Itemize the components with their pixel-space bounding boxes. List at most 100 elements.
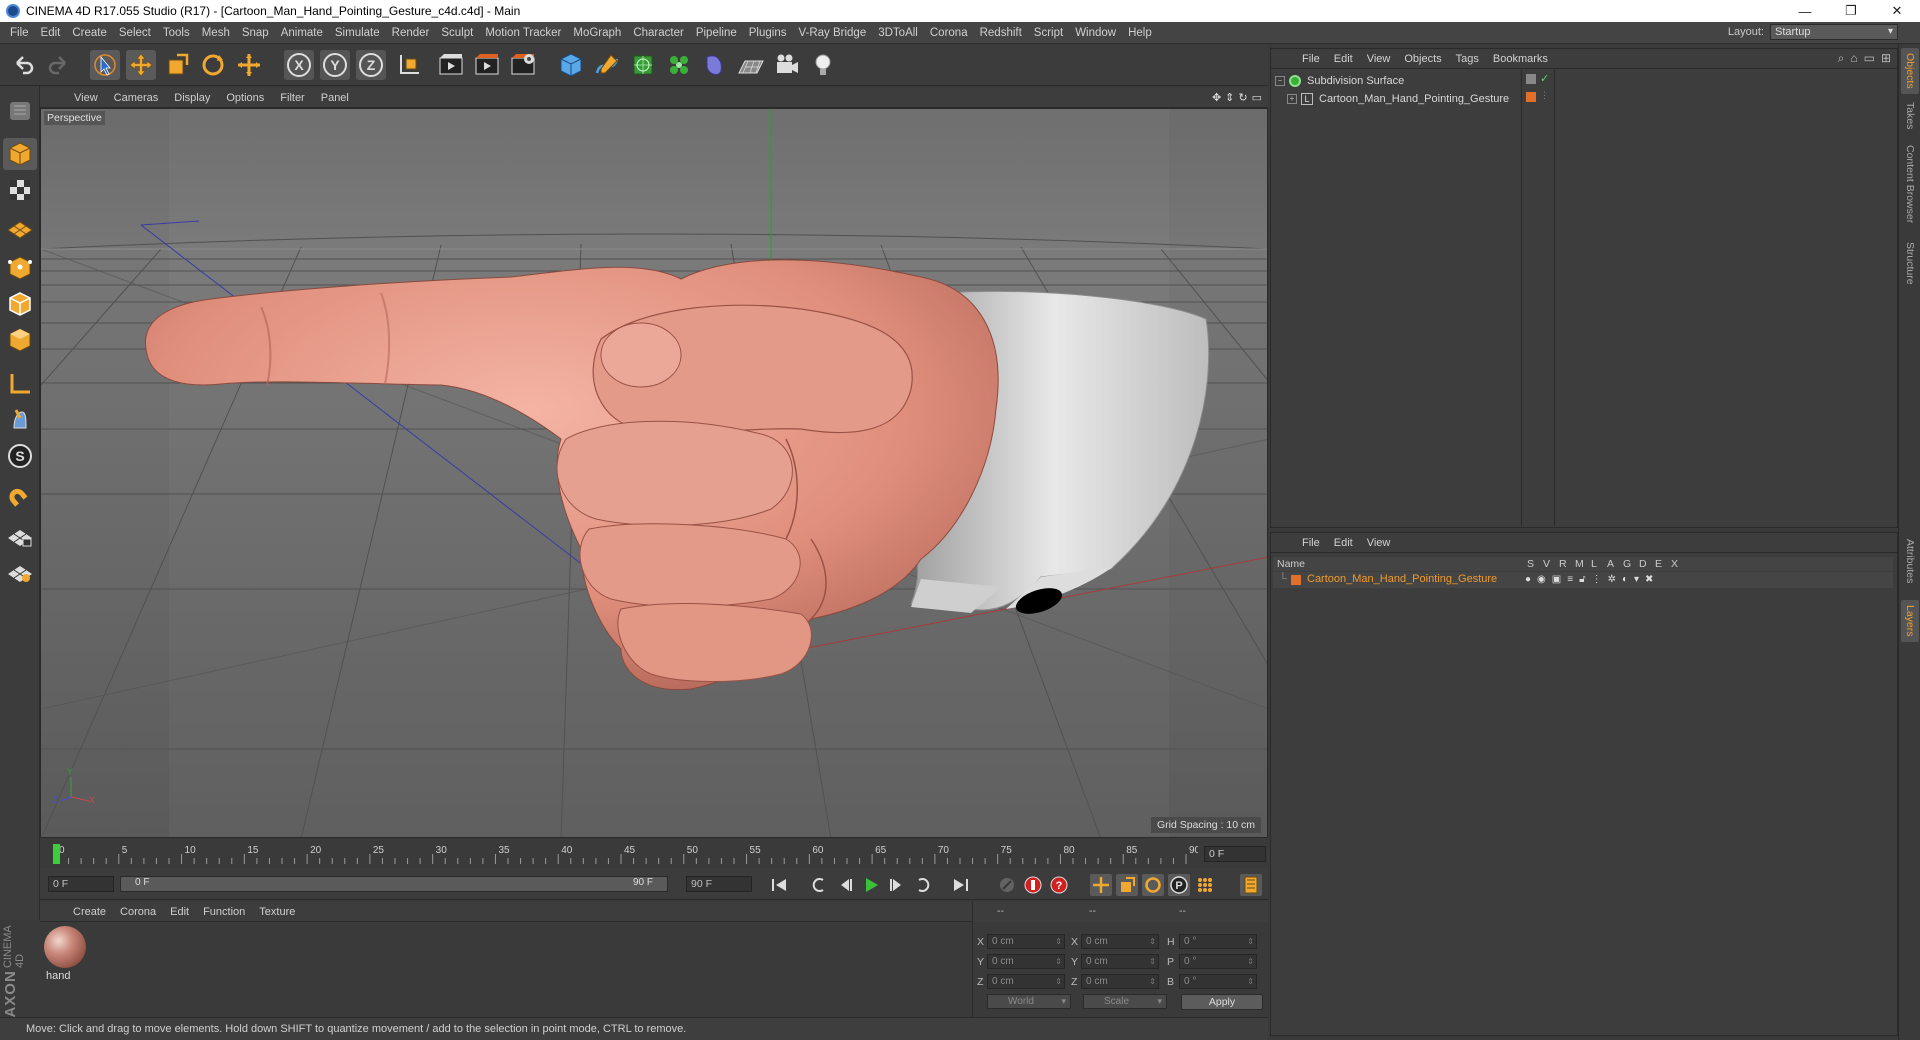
viewport-rotate-icon[interactable]: ↻ — [1238, 91, 1247, 104]
render-to-picture-viewer-icon[interactable] — [472, 50, 502, 80]
autokeying-icon[interactable]: ? — [1048, 874, 1070, 896]
size-x-field[interactable]: 0 cm — [1081, 934, 1159, 949]
layer-view-icon[interactable]: ◉ — [1537, 574, 1546, 585]
layer-row[interactable]: └ Cartoon_Man_Hand_Pointing_Gesture ● ◉ … — [1273, 572, 1893, 588]
material-menu-create[interactable]: Create — [66, 906, 113, 918]
menu-edit[interactable]: Edit — [35, 27, 67, 39]
menu-file[interactable]: File — [4, 27, 35, 39]
objects-menu-objects[interactable]: Objects — [1397, 53, 1448, 65]
rotation-p-field[interactable]: 0 ° — [1179, 954, 1257, 969]
workplane-mode-icon[interactable] — [3, 210, 37, 242]
timeline-playhead[interactable] — [53, 844, 60, 864]
position-z-field[interactable]: 0 cm — [987, 974, 1065, 989]
redo-icon[interactable] — [44, 50, 74, 80]
tab-takes[interactable]: Takes — [1901, 100, 1919, 132]
object-row-hand[interactable]: + L Cartoon_Man_Hand_Pointing_Gesture — [1271, 90, 1521, 108]
menu-redshift[interactable]: Redshift — [974, 27, 1028, 39]
menu-snap[interactable]: Snap — [236, 27, 275, 39]
material-menu-corona[interactable]: Corona — [113, 906, 163, 918]
layers-menu-view[interactable]: View — [1360, 537, 1398, 549]
keyframe-selection-icon[interactable] — [996, 874, 1018, 896]
floor-icon[interactable] — [736, 50, 766, 80]
axis-mode-icon[interactable] — [3, 368, 37, 400]
subdivision-surface-icon[interactable] — [628, 50, 658, 80]
size-mode-dropdown[interactable]: Scale — [1083, 994, 1167, 1009]
snap-magnet-icon[interactable] — [3, 484, 37, 516]
x-axis-lock-icon[interactable]: X — [284, 50, 314, 80]
model-mode-icon[interactable] — [3, 138, 37, 170]
3d-viewport[interactable]: Perspective Grid Spacing : 10 cm Y X Z — [40, 108, 1268, 838]
editor-visibility-icon[interactable] — [1526, 74, 1536, 84]
material-menu-edit[interactable]: Edit — [163, 906, 196, 918]
key-position-icon[interactable] — [1090, 874, 1112, 896]
layer-solo-icon[interactable]: ● — [1525, 574, 1531, 585]
objects-menu-bookmarks[interactable]: Bookmarks — [1486, 53, 1555, 65]
menu-help[interactable]: Help — [1122, 27, 1158, 39]
menu-plugins[interactable]: Plugins — [743, 27, 793, 39]
previous-key-icon[interactable] — [808, 874, 830, 896]
timeline-ruler[interactable]: 0 5 10 15 20 25 30 35 40 45 50 55 60 65 70 75 80 85 90 — [48, 842, 1201, 866]
layer-color-swatch[interactable] — [1291, 575, 1301, 585]
record-active-objects-icon[interactable] — [1022, 874, 1044, 896]
viewport-menu-display[interactable]: Display — [166, 92, 218, 104]
timeline[interactable]: 0 5 10 15 20 25 30 35 40 45 50 55 60 65 70 75 80 85 90 0 F — [40, 840, 1268, 868]
rotate-tool-icon[interactable] — [198, 50, 228, 80]
viewport-menu-panel[interactable]: Panel — [313, 92, 357, 104]
menu-pipeline[interactable]: Pipeline — [690, 27, 743, 39]
menu-script[interactable]: Script — [1028, 27, 1069, 39]
position-x-field[interactable]: 0 cm — [987, 934, 1065, 949]
locked-workplane-icon[interactable] — [3, 520, 37, 552]
apply-button[interactable]: Apply — [1181, 994, 1263, 1010]
objects-menu-file[interactable]: File — [1295, 53, 1327, 65]
layer-color-icon[interactable] — [1526, 92, 1536, 102]
tab-attributes[interactable]: Attributes — [1901, 530, 1919, 592]
move-tool-icon[interactable] — [126, 50, 156, 80]
tab-objects[interactable]: Objects — [1901, 48, 1919, 94]
layer-xref-icon[interactable]: ✖ — [1645, 574, 1653, 585]
next-key-icon[interactable] — [912, 874, 934, 896]
menu-corona[interactable]: Corona — [924, 27, 974, 39]
search-icon[interactable]: ⌕ — [1838, 51, 1845, 66]
restore-button[interactable]: ❐ — [1828, 0, 1874, 22]
menu-tools[interactable]: Tools — [157, 27, 196, 39]
live-selection-icon[interactable] — [90, 50, 120, 80]
objects-menu-tags[interactable]: Tags — [1449, 53, 1486, 65]
pen-spline-icon[interactable] — [592, 50, 622, 80]
current-frame-field[interactable]: 0 F — [1204, 846, 1266, 862]
menu-3dtoall[interactable]: 3DToAll — [872, 27, 924, 39]
undo-icon[interactable] — [8, 50, 38, 80]
objects-menu-view[interactable]: View — [1360, 53, 1398, 65]
z-axis-lock-icon[interactable]: Z — [356, 50, 386, 80]
go-to-end-icon[interactable] — [950, 874, 972, 896]
menu-create[interactable]: Create — [66, 27, 113, 39]
object-row-subdivision-surface[interactable]: − Subdivision Surface — [1271, 72, 1521, 90]
deformer-icon[interactable] — [700, 50, 730, 80]
layer-manager-icon[interactable]: ≡ — [1567, 574, 1573, 585]
material-menu-texture[interactable]: Texture — [252, 906, 302, 918]
points-mode-icon[interactable] — [3, 252, 37, 284]
start-frame-field[interactable]: 0 F — [48, 876, 114, 892]
menu-window[interactable]: Window — [1069, 27, 1122, 39]
render-view-icon[interactable] — [436, 50, 466, 80]
viewport-menu-filter[interactable]: Filter — [272, 92, 312, 104]
texture-mode-icon[interactable] — [3, 174, 37, 206]
frame-range-slider[interactable]: 0 F 90 F — [120, 876, 668, 892]
scale-tool-icon[interactable] — [162, 50, 192, 80]
play-forward-icon[interactable] — [860, 874, 882, 896]
menu-motion-tracker[interactable]: Motion Tracker — [479, 27, 567, 39]
minimize-button[interactable]: — — [1782, 0, 1828, 22]
render-dots-icon[interactable]: ⋮ — [1540, 90, 1549, 101]
menu-select[interactable]: Select — [113, 27, 157, 39]
tweak-mode-icon[interactable] — [3, 404, 37, 436]
layer-deformers-icon[interactable]: ◐ — [1622, 574, 1628, 585]
y-axis-lock-icon[interactable]: Y — [320, 50, 350, 80]
coordinate-mode-dropdown[interactable]: World — [987, 994, 1071, 1009]
planar-workplane-icon[interactable] — [3, 556, 37, 588]
viewport-zoom-icon[interactable]: ⇕ — [1225, 91, 1234, 104]
key-parameter-icon[interactable]: P — [1168, 874, 1190, 896]
layer-lock-icon[interactable]: 🔓︎ — [1579, 574, 1585, 585]
make-editable-icon[interactable] — [3, 94, 37, 126]
render-settings-icon[interactable] — [508, 50, 538, 80]
key-scale-icon[interactable] — [1116, 874, 1138, 896]
viewport-menu-view[interactable]: View — [66, 92, 106, 104]
